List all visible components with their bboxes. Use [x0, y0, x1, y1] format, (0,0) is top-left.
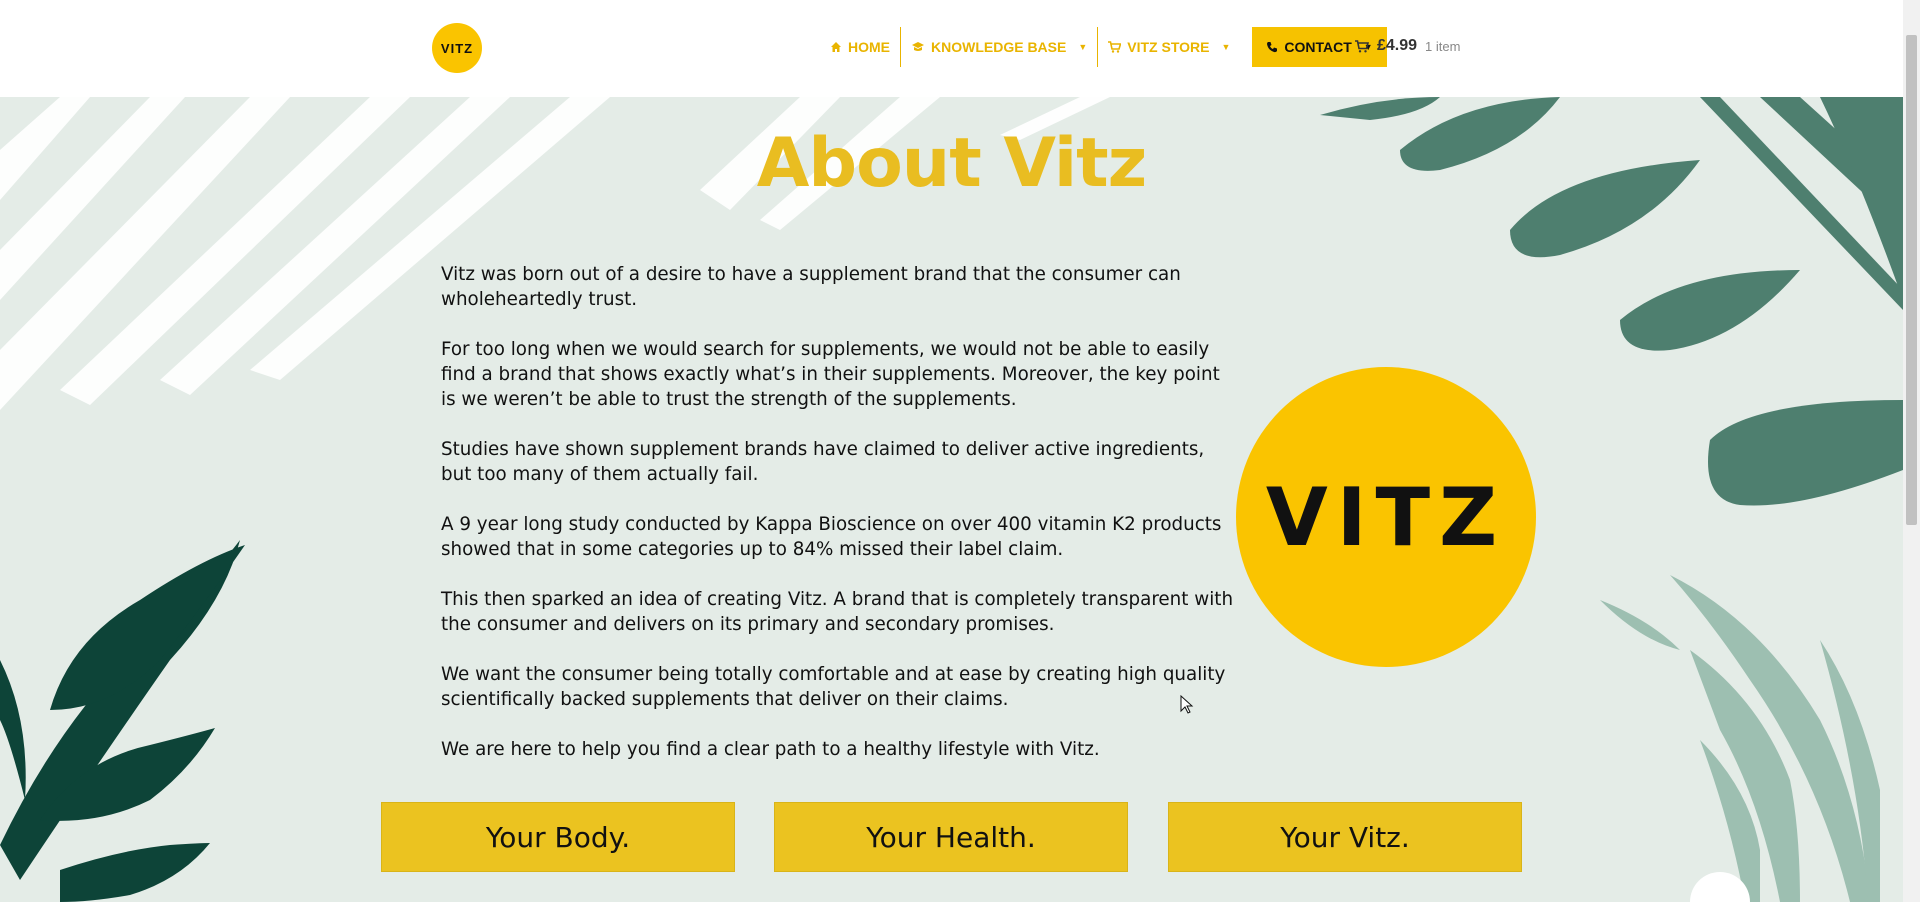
cart-item-count: 1 item [1425, 38, 1461, 54]
main-nav: HOME KNOWLEDGE BASE ▼ VITZ STORE ▼ CONTA… [820, 27, 1387, 67]
nav-home-label: HOME [848, 39, 890, 55]
home-icon [831, 42, 841, 52]
site-header: VITZ HOME KNOWLEDGE BASE ▼ VITZ STORE ▼ … [0, 0, 1903, 97]
about-paragraph: This then sparked an idea of creating Vi… [441, 589, 1234, 635]
chevron-down-icon: ▼ [1221, 42, 1231, 52]
phone-icon [1267, 42, 1278, 53]
site-logo[interactable]: VITZ [432, 23, 482, 73]
nav-vitz-store[interactable]: VITZ STORE ▼ [1098, 27, 1240, 67]
your-health-button[interactable]: Your Health. [774, 802, 1128, 872]
scrollbar-thumb[interactable] [1906, 35, 1917, 525]
about-paragraph: For too long when we would search for su… [441, 339, 1220, 410]
nav-vitz-store-label: VITZ STORE [1127, 39, 1210, 55]
nav-knowledge-base[interactable]: KNOWLEDGE BASE ▼ [901, 27, 1097, 67]
about-paragraph: Studies have shown supplement brands hav… [441, 439, 1205, 485]
page-scrollbar[interactable] [1903, 0, 1920, 902]
mini-cart[interactable]: £4.99 1 item [1355, 37, 1460, 55]
about-text: Vitz was born out of a desire to have a … [441, 262, 1236, 787]
cart-icon [1108, 41, 1122, 53]
mouse-cursor-icon [1180, 695, 1194, 714]
cart-icon [1355, 39, 1369, 52]
about-paragraph: A 9 year long study conducted by Kappa B… [441, 514, 1222, 560]
cart-total: £4.99 [1377, 37, 1418, 54]
page-title: About Vitz [756, 124, 1147, 203]
your-vitz-button[interactable]: Your Vitz. [1168, 802, 1522, 872]
about-paragraph: We want the consumer being totally comfo… [441, 664, 1226, 710]
chevron-down-icon: ▼ [1078, 42, 1088, 52]
vitz-logo-badge: VITZ [1236, 367, 1536, 667]
about-paragraph: We are here to help you find a clear pat… [441, 739, 1100, 760]
graduation-cap-icon [912, 42, 924, 51]
about-paragraph: Vitz was born out of a desire to have a … [441, 264, 1181, 310]
nav-contact-label: CONTACT [1284, 39, 1352, 55]
your-body-button[interactable]: Your Body. [381, 802, 735, 872]
nav-knowledge-base-label: KNOWLEDGE BASE [931, 39, 1067, 55]
nav-home[interactable]: HOME [820, 27, 900, 67]
